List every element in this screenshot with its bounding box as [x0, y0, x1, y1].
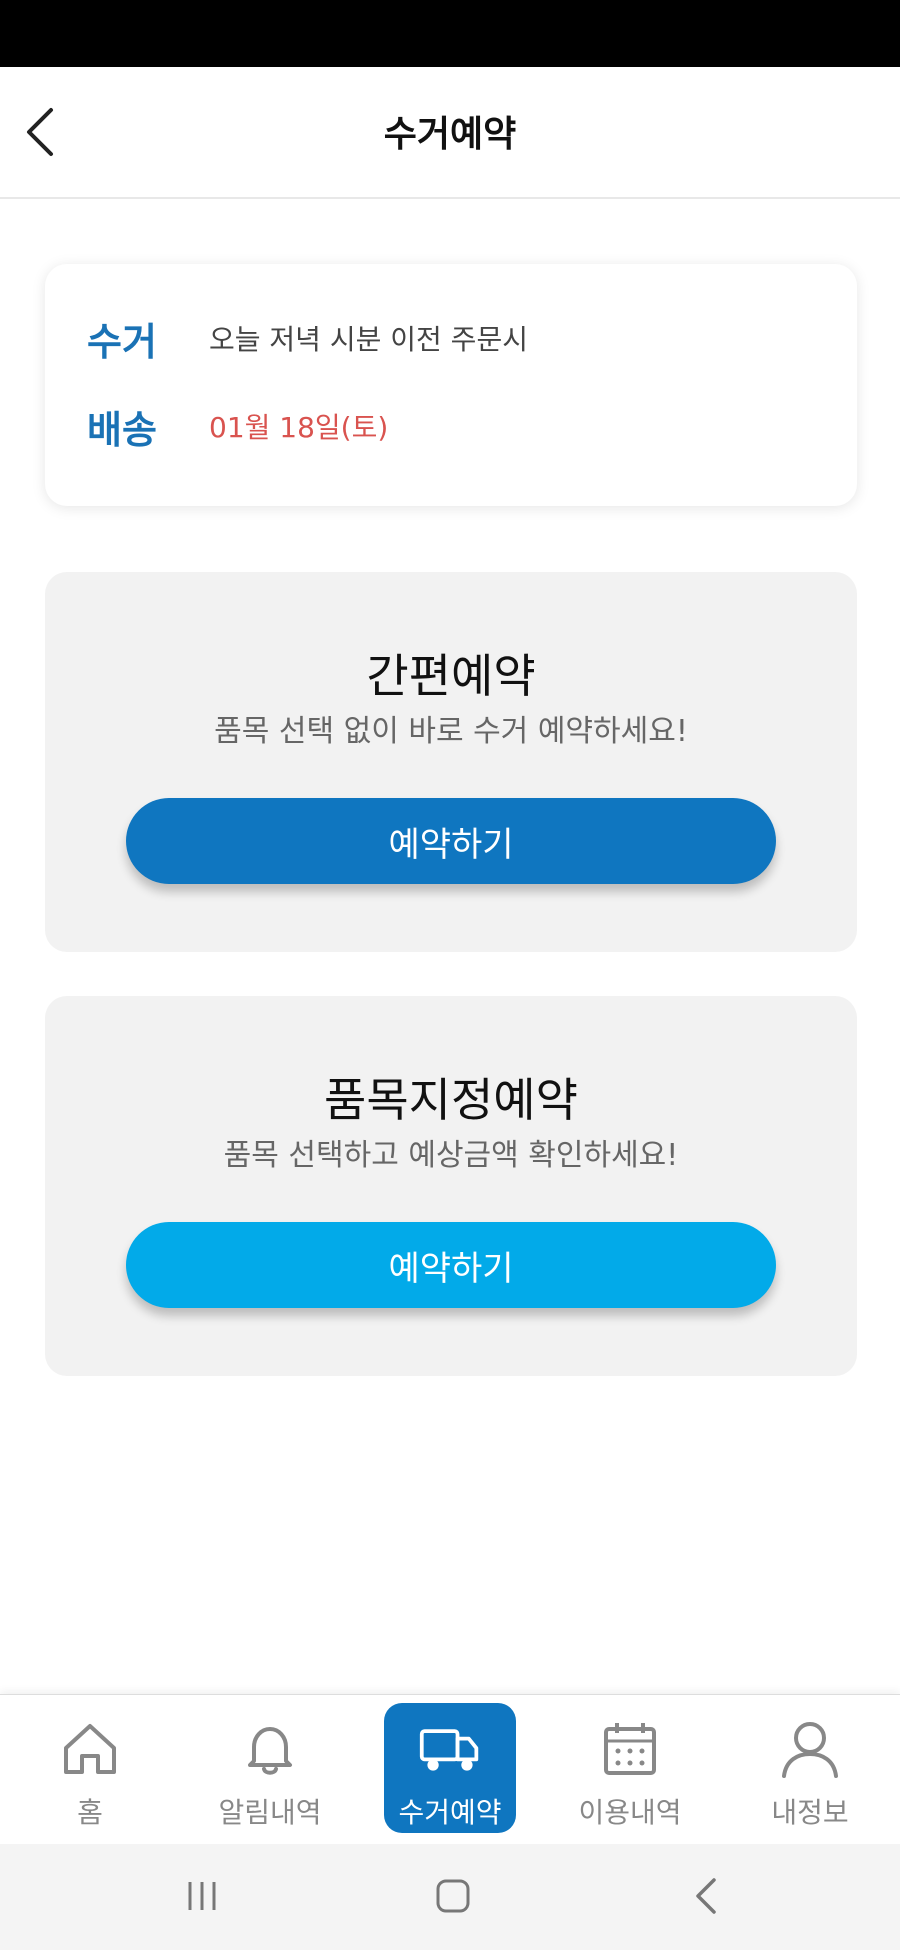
nav-item-notifications[interactable]: 알림내역: [200, 1703, 340, 1837]
item-reserve-button[interactable]: 예약하기: [126, 1222, 776, 1308]
recent-apps-icon: [188, 1882, 216, 1910]
bottom-navigation: 홈 알림내역 수거예약 이용내역 내정보: [0, 1694, 900, 1844]
app-header: 수거예약: [0, 67, 900, 199]
page-title: 수거예약: [383, 114, 517, 155]
item-reservation-title: 품목지정예약: [324, 1073, 578, 1127]
quick-reservation-card: 간편예약 품목 선택 없이 바로 수거 예약하세요! 예약하기: [45, 572, 857, 952]
truck-icon: [418, 1717, 482, 1781]
delivery-row: 배송 01월 18일(토): [87, 396, 388, 456]
user-icon: [778, 1717, 842, 1781]
nav-label-usage-history: 이용내역: [578, 1796, 682, 1829]
pickup-row: 수거 오늘 저녁 시분 이전 주문시: [87, 308, 528, 368]
nav-item-home[interactable]: 홈: [20, 1703, 160, 1837]
delivery-label: 배송: [87, 407, 157, 452]
system-navigation-bar: [0, 1844, 900, 1950]
recent-apps-button[interactable]: [162, 1864, 242, 1928]
nav-item-usage-history[interactable]: 이용내역: [560, 1703, 700, 1837]
square-home-icon: [436, 1879, 470, 1913]
pickup-label: 수거: [87, 319, 157, 364]
nav-label-pickup-reservation: 수거예약: [398, 1796, 502, 1829]
bell-icon: [238, 1717, 302, 1781]
item-reservation-card: 품목지정예약 품목 선택하고 예상금액 확인하세요! 예약하기: [45, 996, 857, 1376]
quick-reservation-subtitle: 품목 선택 없이 바로 수거 예약하세요!: [214, 714, 688, 749]
back-system-button[interactable]: [666, 1864, 746, 1928]
pickup-value: 오늘 저녁 시분 이전 주문시: [209, 323, 528, 356]
nav-label-notifications: 알림내역: [218, 1796, 322, 1829]
back-chevron-icon: [696, 1878, 716, 1914]
home-icon: [58, 1717, 122, 1781]
home-system-button[interactable]: [413, 1864, 493, 1928]
nav-label-home: 홈: [77, 1796, 103, 1829]
nav-label-my-info: 내정보: [771, 1796, 849, 1829]
calendar-icon: [598, 1717, 662, 1781]
nav-item-my-info[interactable]: 내정보: [740, 1703, 880, 1837]
item-reservation-subtitle: 품목 선택하고 예상금액 확인하세요!: [223, 1138, 679, 1173]
quick-reserve-button[interactable]: 예약하기: [126, 798, 776, 884]
quick-reservation-title: 간편예약: [366, 649, 536, 703]
schedule-info-card: 수거 오늘 저녁 시분 이전 주문시 배송 01월 18일(토): [45, 264, 857, 506]
delivery-date: 01월 18일(토): [209, 411, 389, 444]
status-bar: [0, 0, 900, 67]
nav-item-pickup-reservation[interactable]: 수거예약: [384, 1703, 516, 1833]
